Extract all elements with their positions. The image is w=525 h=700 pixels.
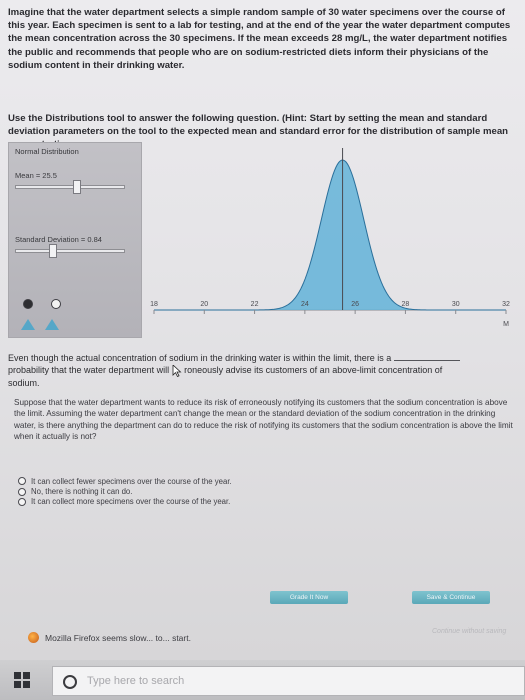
tool-sidebar: Normal Distribution Mean = 25.5 Standard…: [8, 142, 142, 338]
radio-icon[interactable]: [18, 487, 26, 496]
answer-option-nothing[interactable]: No, there is nothing it can do.: [18, 486, 232, 496]
answer-options: It can collect fewer specimens over the …: [18, 476, 232, 507]
marker-handle-right-icon[interactable]: [45, 319, 59, 330]
normal-curve-area: [154, 160, 506, 310]
x-tick-label: 20: [200, 301, 208, 308]
sd-slider-row: Standard Deviation = 0.84: [15, 235, 135, 258]
question-two: Suppose that the water department wants …: [14, 398, 513, 442]
distribution-chart[interactable]: 18 20 22 24 26 28 30 32 M: [146, 138, 514, 350]
sd-slider[interactable]: [15, 244, 125, 258]
mean-slider[interactable]: [15, 180, 125, 194]
tool-title: Normal Distribution: [15, 147, 79, 156]
answer-option-label: It can collect fewer specimens over the …: [31, 476, 232, 486]
windows-taskbar: Type here to search: [0, 660, 525, 700]
answer-option-label: It can collect more specimens over the c…: [31, 497, 231, 507]
distributions-tool: Normal Distribution Mean = 25.5 Standard…: [6, 138, 516, 350]
marker-handle-left-icon[interactable]: [21, 319, 35, 330]
question-one-text-d: sodium.: [8, 377, 40, 388]
x-tick-label: 24: [301, 301, 309, 308]
x-tick-label: 32: [502, 301, 510, 308]
marker-handles: [21, 319, 59, 330]
x-tick-label: 30: [452, 301, 460, 308]
browser-page: Imagine that the water department select…: [0, 0, 525, 660]
mean-label: Mean = 25.5: [15, 171, 57, 180]
firefox-slow-notice: Mozilla Firefox seems slow... to... star…: [28, 632, 191, 643]
mouse-cursor-icon: [172, 364, 182, 377]
intro-paragraph: Imagine that the water department select…: [8, 7, 511, 71]
radio-icon[interactable]: [18, 497, 26, 506]
x-tick-label: 18: [150, 301, 158, 308]
save-continue-button[interactable]: Save & Continue: [412, 591, 490, 604]
question-one-text-b: probability that the water department wi…: [8, 365, 170, 375]
mean-slider-thumb[interactable]: [73, 180, 82, 194]
tail-radio-one[interactable]: [23, 299, 33, 309]
x-axis-label: M: [503, 321, 509, 328]
x-tick-label: 22: [251, 301, 259, 308]
taskbar-search-box[interactable]: Type here to search: [52, 666, 525, 696]
answer-option-label: No, there is nothing it can do.: [31, 487, 133, 497]
mean-slider-row: Mean = 25.5: [15, 171, 135, 194]
cortana-circle-icon: [63, 675, 77, 689]
sd-slider-thumb[interactable]: [48, 244, 57, 258]
question-one: Even though the actual concentration of …: [8, 352, 478, 389]
firefox-icon: [28, 632, 39, 643]
question-one-text-c: roneously advise its customers of an abo…: [184, 365, 443, 375]
tail-radio-two[interactable]: [51, 299, 61, 309]
answer-option-fewer[interactable]: It can collect fewer specimens over the …: [18, 476, 232, 486]
windows-start-icon[interactable]: [14, 672, 30, 688]
probability-answer-blank[interactable]: [393, 352, 460, 361]
taskbar-search-placeholder: Type here to search: [87, 675, 185, 687]
continue-without-saving-link[interactable]: Continue without saving: [432, 628, 506, 635]
distribution-chart-svg: 18 20 22 24 26 28 30 32 M: [150, 148, 510, 328]
question-one-text-a: Even though the actual concentration of …: [8, 353, 392, 363]
tail-radio-group: [23, 299, 61, 309]
sd-label: Standard Deviation = 0.84: [15, 235, 102, 244]
notice-text: Mozilla Firefox seems slow... to... star…: [45, 632, 191, 643]
x-tick-label: 28: [402, 301, 410, 308]
radio-icon[interactable]: [18, 477, 26, 486]
grade-it-button[interactable]: Grade It Now: [270, 591, 348, 604]
x-tick-label: 26: [351, 301, 359, 308]
answer-option-more[interactable]: It can collect more specimens over the c…: [18, 497, 232, 507]
